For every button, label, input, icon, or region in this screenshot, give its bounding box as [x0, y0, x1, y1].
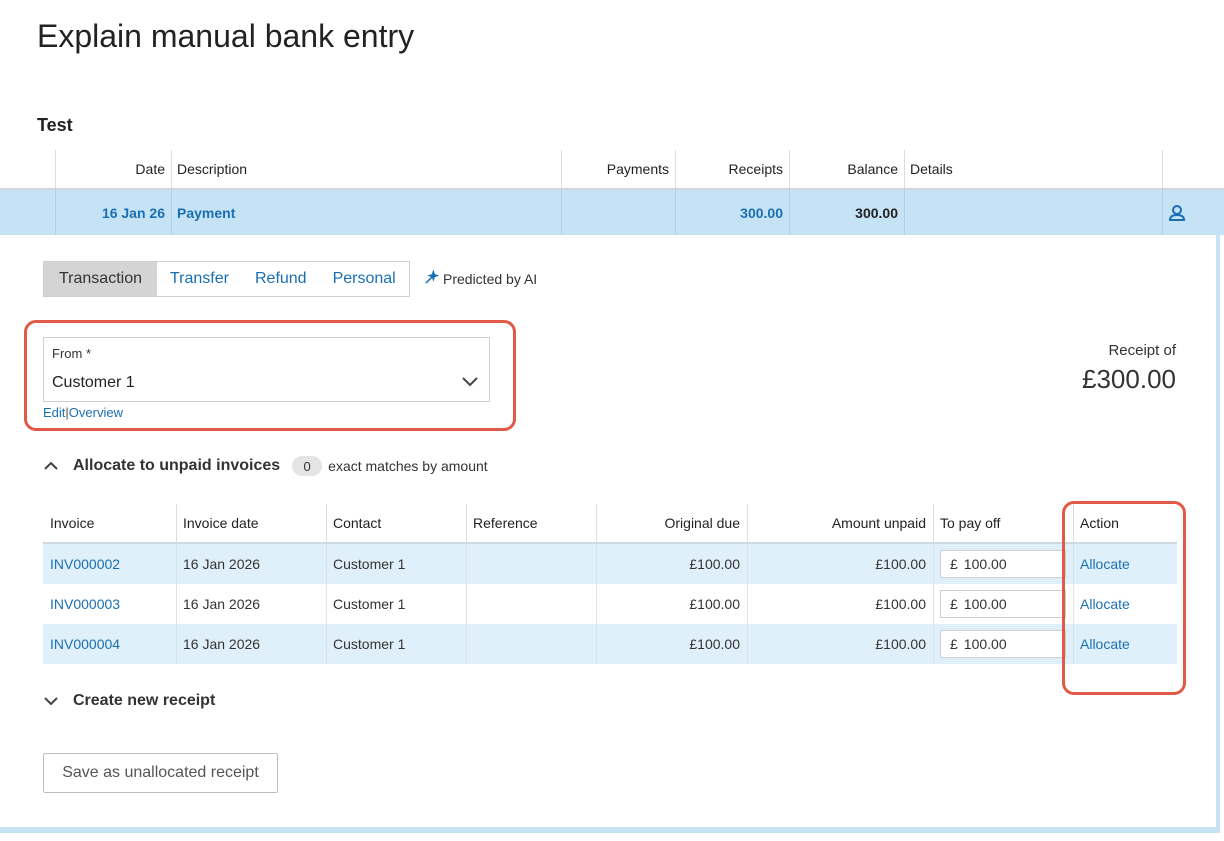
table-row: INV000002 16 Jan 2026 Customer 1 £100.00… — [43, 544, 1177, 584]
receipt-label: Receipt of — [1108, 342, 1176, 359]
chevron-down-icon[interactable] — [461, 376, 479, 388]
create-receipt-section-toggle[interactable]: Create new receipt — [43, 692, 215, 710]
invoice-reference — [466, 544, 596, 584]
invoice-original-due: £100.00 — [689, 636, 740, 652]
invoice-date: 16 Jan 2026 — [183, 556, 261, 572]
ai-prediction-note: Predicted by AI — [424, 269, 538, 288]
invoice-link[interactable]: INV000004 — [43, 624, 176, 664]
chevron-down-icon — [44, 697, 58, 706]
transaction-details — [904, 190, 1162, 235]
chevron-up-icon — [44, 461, 58, 470]
currency-symbol: £ — [950, 596, 958, 612]
column-header-invoice[interactable]: Invoice — [43, 504, 176, 542]
ai-note-text: Predicted by AI — [443, 271, 538, 287]
transaction-payments — [561, 190, 675, 235]
transaction-balance: 300.00 — [855, 204, 898, 221]
from-value: Customer 1 — [52, 374, 135, 391]
invoice-amount-unpaid: £100.00 — [875, 596, 926, 612]
invoice-original-due: £100.00 — [689, 596, 740, 612]
invoice-link[interactable]: INV000002 — [43, 544, 176, 584]
overview-link[interactable]: Overview — [69, 405, 123, 420]
to-pay-off-value: 100.00 — [963, 596, 1007, 612]
tab-personal[interactable]: Personal — [320, 262, 409, 296]
to-pay-off-input[interactable]: £100.00 — [940, 630, 1066, 658]
column-header-amount-unpaid[interactable]: Amount unpaid — [747, 504, 933, 542]
transaction-receipts: 300.00 — [740, 204, 783, 221]
account-name: Test — [37, 115, 73, 135]
invoice-contact: Customer 1 — [333, 636, 406, 652]
to-pay-off-input[interactable]: £100.00 — [940, 550, 1066, 578]
invoice-contact: Customer 1 — [333, 596, 406, 612]
column-header-payments[interactable]: Payments — [561, 150, 675, 188]
to-pay-off-value: 100.00 — [963, 636, 1007, 652]
column-header-original-due[interactable]: Original due — [596, 504, 747, 542]
column-header-reference[interactable]: Reference — [466, 504, 596, 542]
invoice-table-header: Invoice Invoice date Contact Reference O… — [43, 504, 1177, 544]
annotation-highlight-action — [1062, 501, 1186, 695]
column-header-date[interactable]: Date — [55, 150, 171, 188]
invoice-reference — [466, 584, 596, 624]
column-header-contact[interactable]: Contact — [326, 504, 466, 542]
invoice-date: 16 Jan 2026 — [183, 636, 261, 652]
invoice-contact: Customer 1 — [333, 556, 406, 572]
transaction-date: 16 Jan 26 — [101, 204, 165, 221]
save-unallocated-button[interactable]: Save as unallocated receipt — [43, 753, 278, 793]
column-header-balance[interactable]: Balance — [789, 150, 904, 188]
column-header-invoice-date[interactable]: Invoice date — [176, 504, 326, 542]
column-header-description[interactable]: Description — [171, 150, 561, 188]
invoice-amount-unpaid: £100.00 — [875, 636, 926, 652]
from-label: From * — [52, 346, 91, 361]
table-row: INV000004 16 Jan 2026 Customer 1 £100.00… — [43, 624, 1177, 664]
invoice-link[interactable]: INV000003 — [43, 584, 176, 624]
from-select[interactable]: From * Customer 1 — [43, 337, 490, 402]
column-header-receipts[interactable]: Receipts — [675, 150, 789, 188]
invoice-reference — [466, 624, 596, 664]
allocate-section-toggle[interactable]: Allocate to unpaid invoices 0 exact matc… — [43, 456, 488, 476]
invoice-amount-unpaid: £100.00 — [875, 556, 926, 572]
transaction-description: Payment — [177, 204, 236, 221]
entry-type-tabs: Transaction Transfer Refund Personal — [43, 261, 410, 297]
bank-table-header: Date Description Payments Receipts Balan… — [0, 150, 1224, 190]
edit-link[interactable]: Edit — [43, 405, 65, 420]
column-header-to-pay-off: To pay off — [940, 515, 1001, 531]
page-title: Explain manual bank entry — [37, 18, 415, 54]
tab-transaction[interactable]: Transaction — [44, 262, 157, 296]
column-header-details: Details — [910, 161, 953, 177]
to-pay-off-input[interactable]: £100.00 — [940, 590, 1066, 618]
currency-symbol: £ — [950, 556, 958, 572]
bank-transaction-row[interactable]: 16 Jan 26 Payment 300.00 300.00 — [0, 190, 1224, 235]
customer-links: Edit|Overview — [43, 405, 123, 420]
table-row: INV000003 16 Jan 2026 Customer 1 £100.00… — [43, 584, 1177, 624]
currency-symbol: £ — [950, 636, 958, 652]
invoice-date: 16 Jan 2026 — [183, 596, 261, 612]
receipt-amount: £300.00 — [1082, 364, 1176, 394]
tab-refund[interactable]: Refund — [242, 262, 320, 296]
magic-wand-icon — [424, 269, 440, 288]
invoice-original-due: £100.00 — [689, 556, 740, 572]
match-text: exact matches by amount — [328, 458, 488, 474]
user-icon[interactable] — [1162, 190, 1192, 235]
allocate-section-title: Allocate to unpaid invoices — [73, 457, 281, 474]
create-receipt-title: Create new receipt — [73, 692, 216, 709]
match-count-badge: 0 — [292, 456, 323, 476]
to-pay-off-value: 100.00 — [963, 556, 1007, 572]
tab-transfer[interactable]: Transfer — [157, 262, 242, 296]
